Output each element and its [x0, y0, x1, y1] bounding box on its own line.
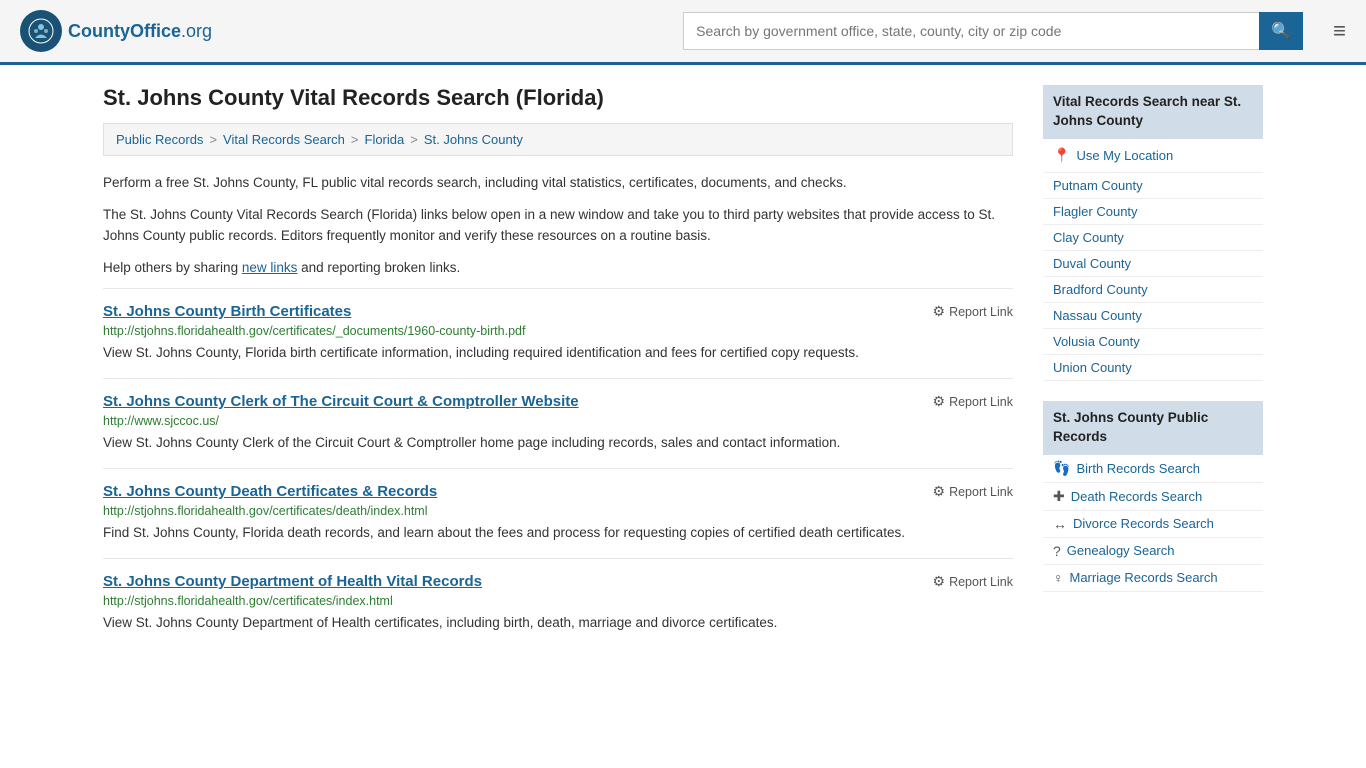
divorce-icon: ↔ — [1053, 516, 1067, 532]
result-title-1[interactable]: St. Johns County Birth Certificates — [103, 303, 351, 320]
sidebar-birth-records[interactable]: 👣 Birth Records Search — [1043, 455, 1263, 483]
menu-button[interactable]: ≡ — [1333, 18, 1346, 44]
genealogy-link[interactable]: Genealogy Search — [1067, 543, 1175, 558]
content-area: St. Johns County Vital Records Search (F… — [103, 85, 1013, 648]
sidebar: Vital Records Search near St. Johns Coun… — [1043, 85, 1263, 648]
sidebar-use-location[interactable]: 📍 Use My Location — [1043, 139, 1263, 173]
breadcrumb: Public Records > Vital Records Search > … — [103, 123, 1013, 156]
sidebar-putnam[interactable]: Putnam County — [1043, 173, 1263, 199]
result-desc-1: View St. Johns County, Florida birth cer… — [103, 343, 1013, 364]
birth-icon: 👣 — [1053, 460, 1070, 477]
desc-2: The St. Johns County Vital Records Searc… — [103, 204, 1013, 247]
result-item-1: St. Johns County Birth Certificates ⚙ Re… — [103, 288, 1013, 374]
result-title-3[interactable]: St. Johns County Death Certificates & Re… — [103, 483, 437, 500]
location-icon: 📍 — [1053, 147, 1070, 164]
report-icon-2: ⚙ — [933, 393, 946, 410]
breadcrumb-sep-2: > — [351, 132, 359, 147]
breadcrumb-sep-1: > — [209, 132, 217, 147]
genealogy-icon: ? — [1053, 543, 1061, 559]
death-icon: ✚ — [1053, 488, 1065, 505]
header: CountyOffice.org 🔍 ≡ — [0, 0, 1366, 65]
sidebar-clay[interactable]: Clay County — [1043, 225, 1263, 251]
sidebar-marriage-records[interactable]: ♀ Marriage Records Search — [1043, 565, 1263, 592]
report-link-3[interactable]: ⚙ Report Link — [933, 483, 1014, 500]
report-link-1[interactable]: ⚙ Report Link — [933, 303, 1014, 320]
logo-area[interactable]: CountyOffice.org — [20, 10, 212, 52]
volusia-county-link[interactable]: Volusia County — [1053, 334, 1140, 349]
result-header-4: St. Johns County Department of Health Vi… — [103, 573, 1013, 590]
sidebar-flagler[interactable]: Flagler County — [1043, 199, 1263, 225]
result-url-1[interactable]: http://stjohns.floridahealth.gov/certifi… — [103, 324, 1013, 338]
result-desc-3: Find St. Johns County, Florida death rec… — [103, 523, 1013, 544]
new-links-link[interactable]: new links — [242, 260, 298, 275]
sidebar-duval[interactable]: Duval County — [1043, 251, 1263, 277]
result-desc-4: View St. Johns County Department of Heal… — [103, 613, 1013, 634]
union-county-link[interactable]: Union County — [1053, 360, 1132, 375]
death-records-link[interactable]: Death Records Search — [1071, 489, 1203, 504]
sidebar-bradford[interactable]: Bradford County — [1043, 277, 1263, 303]
logo-text: CountyOffice.org — [68, 21, 212, 42]
marriage-icon: ♀ — [1053, 570, 1064, 586]
desc-1: Perform a free St. Johns County, FL publ… — [103, 172, 1013, 194]
report-icon-3: ⚙ — [933, 483, 946, 500]
report-icon-1: ⚙ — [933, 303, 946, 320]
result-header-3: St. Johns County Death Certificates & Re… — [103, 483, 1013, 500]
sidebar-union[interactable]: Union County — [1043, 355, 1263, 381]
desc-3: Help others by sharing new links and rep… — [103, 257, 1013, 279]
sidebar-genealogy[interactable]: ? Genealogy Search — [1043, 538, 1263, 565]
report-icon-4: ⚙ — [933, 573, 946, 590]
result-title-2[interactable]: St. Johns County Clerk of The Circuit Co… — [103, 393, 579, 410]
result-url-4[interactable]: http://stjohns.floridahealth.gov/certifi… — [103, 594, 1013, 608]
result-title-4[interactable]: St. Johns County Department of Health Vi… — [103, 573, 482, 590]
result-url-3[interactable]: http://stjohns.floridahealth.gov/certifi… — [103, 504, 1013, 518]
nassau-county-link[interactable]: Nassau County — [1053, 308, 1142, 323]
sidebar-volusia[interactable]: Volusia County — [1043, 329, 1263, 355]
report-link-4[interactable]: ⚙ Report Link — [933, 573, 1014, 590]
duval-county-link[interactable]: Duval County — [1053, 256, 1131, 271]
result-url-2[interactable]: http://www.sjccoc.us/ — [103, 414, 1013, 428]
result-item-4: St. Johns County Department of Health Vi… — [103, 558, 1013, 644]
report-link-2[interactable]: ⚙ Report Link — [933, 393, 1014, 410]
result-header-1: St. Johns County Birth Certificates ⚙ Re… — [103, 303, 1013, 320]
search-button[interactable]: 🔍 — [1259, 12, 1303, 50]
putnam-county-link[interactable]: Putnam County — [1053, 178, 1143, 193]
result-header-2: St. Johns County Clerk of The Circuit Co… — [103, 393, 1013, 410]
breadcrumb-florida[interactable]: Florida — [365, 132, 405, 147]
main-container: St. Johns County Vital Records Search (F… — [83, 65, 1283, 668]
sidebar-public-records-header: St. Johns County Public Records — [1043, 401, 1263, 455]
search-area: 🔍 — [683, 12, 1303, 50]
sidebar-nearby-section: Vital Records Search near St. Johns Coun… — [1043, 85, 1263, 381]
breadcrumb-public-records[interactable]: Public Records — [116, 132, 203, 147]
flagler-county-link[interactable]: Flagler County — [1053, 204, 1138, 219]
sidebar-nearby-header: Vital Records Search near St. Johns Coun… — [1043, 85, 1263, 139]
result-desc-2: View St. Johns County Clerk of the Circu… — [103, 433, 1013, 454]
clay-county-link[interactable]: Clay County — [1053, 230, 1124, 245]
logo-icon — [20, 10, 62, 52]
breadcrumb-st-johns[interactable]: St. Johns County — [424, 132, 523, 147]
search-input[interactable] — [683, 12, 1259, 50]
breadcrumb-vital-records[interactable]: Vital Records Search — [223, 132, 345, 147]
page-title: St. Johns County Vital Records Search (F… — [103, 85, 1013, 111]
use-location-link[interactable]: Use My Location — [1076, 148, 1173, 163]
bradford-county-link[interactable]: Bradford County — [1053, 282, 1148, 297]
sidebar-nassau[interactable]: Nassau County — [1043, 303, 1263, 329]
marriage-records-link[interactable]: Marriage Records Search — [1070, 570, 1218, 585]
hamburger-icon: ≡ — [1333, 18, 1346, 43]
breadcrumb-sep-3: > — [410, 132, 418, 147]
search-icon: 🔍 — [1271, 23, 1291, 40]
sidebar-death-records[interactable]: ✚ Death Records Search — [1043, 483, 1263, 511]
result-item-3: St. Johns County Death Certificates & Re… — [103, 468, 1013, 554]
divorce-records-link[interactable]: Divorce Records Search — [1073, 516, 1214, 531]
birth-records-link[interactable]: Birth Records Search — [1076, 461, 1200, 476]
result-item-2: St. Johns County Clerk of The Circuit Co… — [103, 378, 1013, 464]
sidebar-divorce-records[interactable]: ↔ Divorce Records Search — [1043, 511, 1263, 538]
sidebar-public-records-section: St. Johns County Public Records 👣 Birth … — [1043, 401, 1263, 592]
